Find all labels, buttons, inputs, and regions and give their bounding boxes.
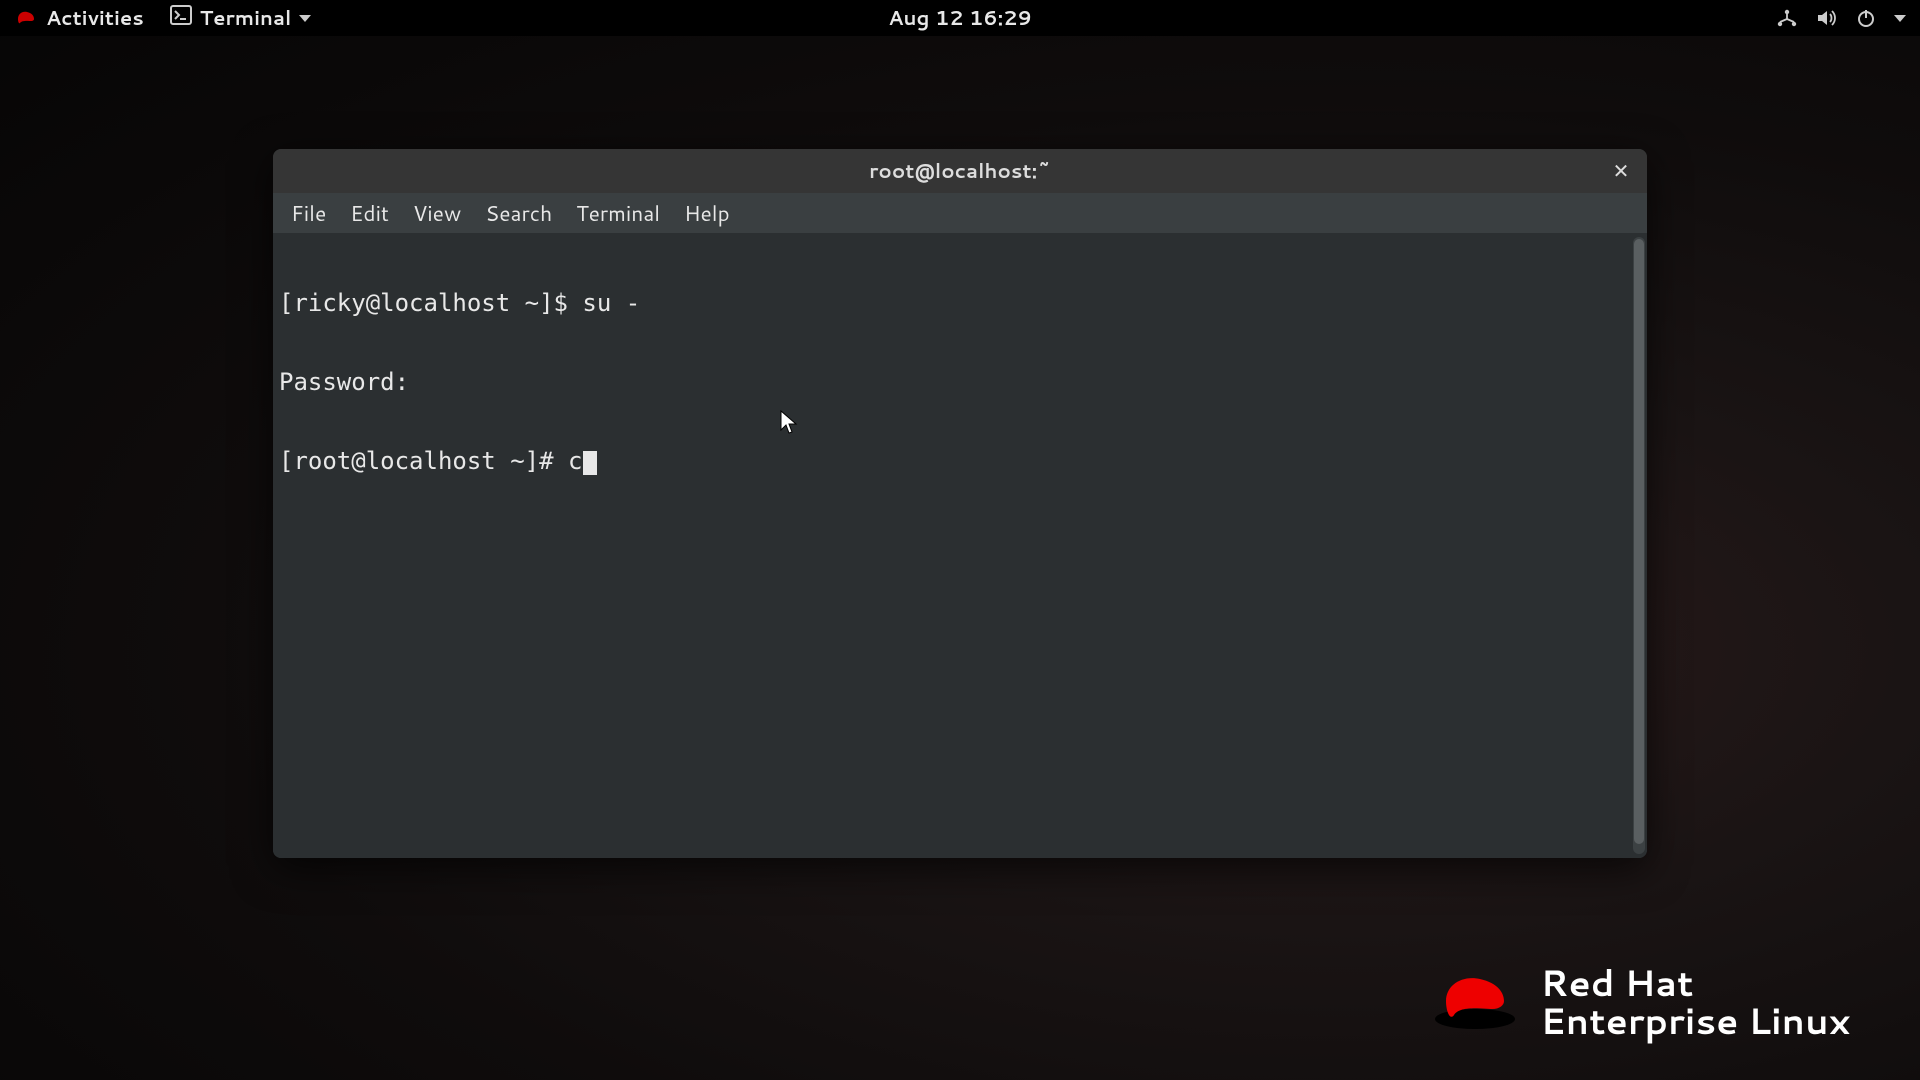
terminal-line: [ricky@localhost ~]$ su -	[279, 290, 1627, 316]
activities-button[interactable]: Activities	[14, 4, 144, 32]
menu-search[interactable]: Search	[485, 198, 552, 228]
redhat-brand: Red Hat Enterprise Linux	[1432, 964, 1850, 1040]
window-titlebar[interactable]: root@localhost:~ ✕	[273, 149, 1647, 193]
terminal-line: [root@localhost ~]# c	[279, 448, 1627, 475]
gnome-topbar: Activities Terminal Aug 12 16:29	[0, 0, 1920, 36]
terminal-window: root@localhost:~ ✕ File Edit View Search…	[273, 149, 1647, 858]
chevron-down-icon	[299, 15, 311, 22]
clock[interactable]: Aug 12 16:29	[888, 4, 1032, 32]
close-icon: ✕	[1613, 157, 1630, 185]
terminal-icon	[170, 4, 192, 32]
terminal-body: [ricky@localhost ~]$ su - Password: [roo…	[273, 233, 1647, 858]
terminal-menubar: File Edit View Search Terminal Help	[273, 193, 1647, 233]
menu-view[interactable]: View	[413, 198, 461, 228]
terminal-content[interactable]: [ricky@localhost ~]$ su - Password: [roo…	[273, 233, 1633, 858]
current-app-label: Terminal	[200, 4, 292, 32]
menu-help[interactable]: Help	[684, 198, 730, 228]
scrollbar-thumb[interactable]	[1634, 239, 1644, 844]
menu-terminal[interactable]: Terminal	[576, 198, 660, 228]
volume-icon[interactable]	[1816, 8, 1838, 28]
menu-file[interactable]: File	[291, 198, 326, 228]
window-close-button[interactable]: ✕	[1607, 157, 1635, 185]
terminal-line: Password:	[279, 369, 1627, 395]
redhat-brand-text: Red Hat Enterprise Linux	[1540, 964, 1850, 1040]
system-menu-chevron[interactable]	[1894, 15, 1906, 22]
terminal-scrollbar[interactable]	[1633, 237, 1645, 854]
menu-edit[interactable]: Edit	[350, 198, 389, 228]
redhat-logo-icon	[14, 8, 38, 28]
activities-label: Activities	[46, 4, 144, 32]
clock-label: Aug 12 16:29	[888, 4, 1032, 32]
redhat-fedora-icon	[1432, 967, 1518, 1037]
chevron-down-icon	[1894, 15, 1906, 22]
current-app-indicator[interactable]: Terminal	[170, 4, 312, 32]
window-title: root@localhost:~	[869, 157, 1051, 185]
network-status-icon[interactable]	[1776, 8, 1798, 28]
terminal-cursor	[583, 451, 597, 475]
brand-line2: Enterprise Linux	[1540, 1002, 1850, 1040]
power-icon[interactable]	[1856, 8, 1876, 28]
